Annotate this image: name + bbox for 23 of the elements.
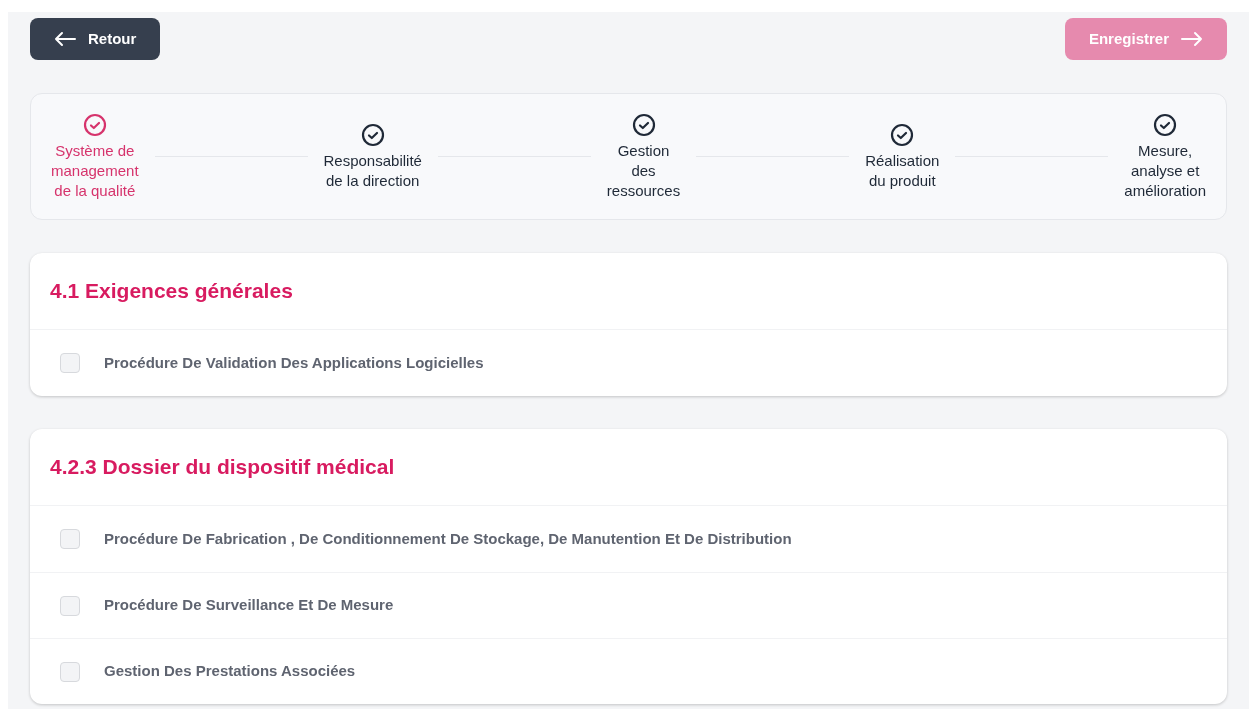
checkbox[interactable] bbox=[60, 353, 80, 373]
step-tab[interactable]: Mesure, analyse et amélioration bbox=[1124, 112, 1206, 201]
check-circle-icon bbox=[360, 122, 385, 147]
section-title: 4.1 Exigences générales bbox=[50, 278, 293, 305]
checkbox[interactable] bbox=[60, 595, 80, 616]
step-tab[interactable]: Responsabilité de la direction bbox=[323, 122, 422, 191]
item-label: Procédure De Surveillance Et De Mesure bbox=[104, 595, 394, 616]
item-label: Procédure De Validation Des Applications Logicielles bbox=[104, 352, 484, 373]
step-tab[interactable]: Réalisation du produit bbox=[865, 122, 940, 191]
back-button[interactable]: Retour bbox=[30, 18, 161, 60]
check-circle-icon bbox=[82, 112, 107, 137]
section-title: 4.2.3 Dossier du dispositif médical bbox=[50, 454, 395, 481]
arrow-left-icon bbox=[54, 31, 76, 47]
check-circle-icon bbox=[631, 112, 656, 137]
item-label: Gestion Des Prestations Associées bbox=[104, 661, 356, 682]
check-circle-icon bbox=[890, 122, 915, 147]
step-tab[interactable]: Gestion des ressources bbox=[606, 112, 681, 201]
arrow-right-icon bbox=[1181, 31, 1203, 47]
checkbox[interactable] bbox=[60, 529, 80, 549]
check-circle-icon bbox=[1153, 112, 1178, 137]
item-label: Procédure De Fabrication , De Conditionnement De Stockage, De Manutention Et De Distribution bbox=[104, 528, 792, 549]
checkbox[interactable] bbox=[60, 661, 80, 682]
step-tab[interactable]: Système de management de la qualité bbox=[51, 112, 139, 201]
